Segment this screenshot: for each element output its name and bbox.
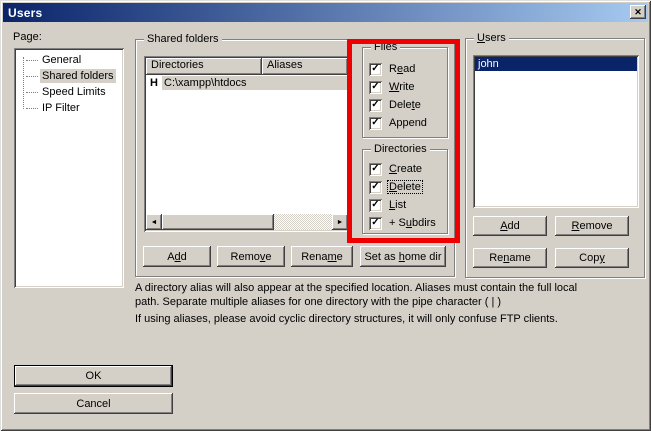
directory-path: C:\xampp\htdocs [162,76,348,90]
users-list[interactable]: john [473,55,639,208]
annotation-highlight-rectangle [347,39,460,243]
scrollbar-track[interactable] [274,214,332,230]
scroll-right-button[interactable]: ► [332,214,348,230]
home-flag: H [146,77,162,89]
rename-directory-button[interactable]: Rename [291,246,353,267]
copy-user-button[interactable]: Copy [555,248,629,268]
alias-note: A directory alias will also appear at th… [135,281,649,309]
scroll-left-icon: ◄ [151,219,158,226]
window-title: Users [8,6,42,20]
remove-directory-button[interactable]: Remove [217,246,285,267]
ok-button[interactable]: OK [14,365,173,387]
sidebar-item-general[interactable]: General [17,52,121,68]
directory-row[interactable]: H C:\xampp\htdocs [146,75,348,91]
scrollbar-thumb[interactable] [162,214,274,230]
cyclic-note: If using aliases, please avoid cyclic di… [135,312,649,326]
sidebar-item-speed-limits[interactable]: Speed Limits [17,84,121,100]
add-directory-button[interactable]: Add [143,246,211,267]
tree-twig [26,60,38,61]
sidebar-item-ip-filter[interactable]: IP Filter [17,100,121,116]
tree-twig [26,92,38,93]
column-header-directories[interactable]: Directories [146,58,262,75]
cancel-button[interactable]: Cancel [14,393,173,414]
set-as-home-dir-button[interactable]: Set as home dir [360,246,446,267]
user-row-john[interactable]: john [475,57,637,71]
users-group-label: Users [474,32,509,44]
close-button[interactable]: ✕ [630,5,646,19]
add-user-button[interactable]: Add [473,216,547,236]
directories-list[interactable]: Directories Aliases H C:\xampp\htdocs ◄ … [144,56,350,232]
rename-user-button[interactable]: Rename [473,248,547,268]
titlebar[interactable]: Users [3,3,648,22]
tree-twig [26,76,38,77]
list-header: Directories Aliases [146,58,348,75]
close-icon: ✕ [634,7,642,18]
alias-note-line2: path. Separate multiple aliases for one … [135,295,649,309]
shared-folders-group-label: Shared folders [144,33,222,45]
alias-note-line1: A directory alias will also appear at th… [135,281,649,295]
scroll-right-icon: ► [337,219,344,226]
cyclic-note-line: If using aliases, please avoid cyclic di… [135,312,649,326]
horizontal-scrollbar[interactable]: ◄ ► [146,214,348,230]
page-tree: General Shared folders Speed Limits IP F… [14,48,124,288]
users-dialog: Users ✕ Page: General Shared folders Spe… [0,0,651,431]
scroll-left-button[interactable]: ◄ [146,214,162,230]
users-group: Users john Add Remove Rename Copy [465,38,645,278]
remove-user-button[interactable]: Remove [555,216,629,236]
sidebar-item-shared-folders[interactable]: Shared folders [17,68,121,84]
tree-twig [26,108,38,109]
page-label: Page: [13,31,42,43]
column-header-aliases[interactable]: Aliases [262,58,348,75]
